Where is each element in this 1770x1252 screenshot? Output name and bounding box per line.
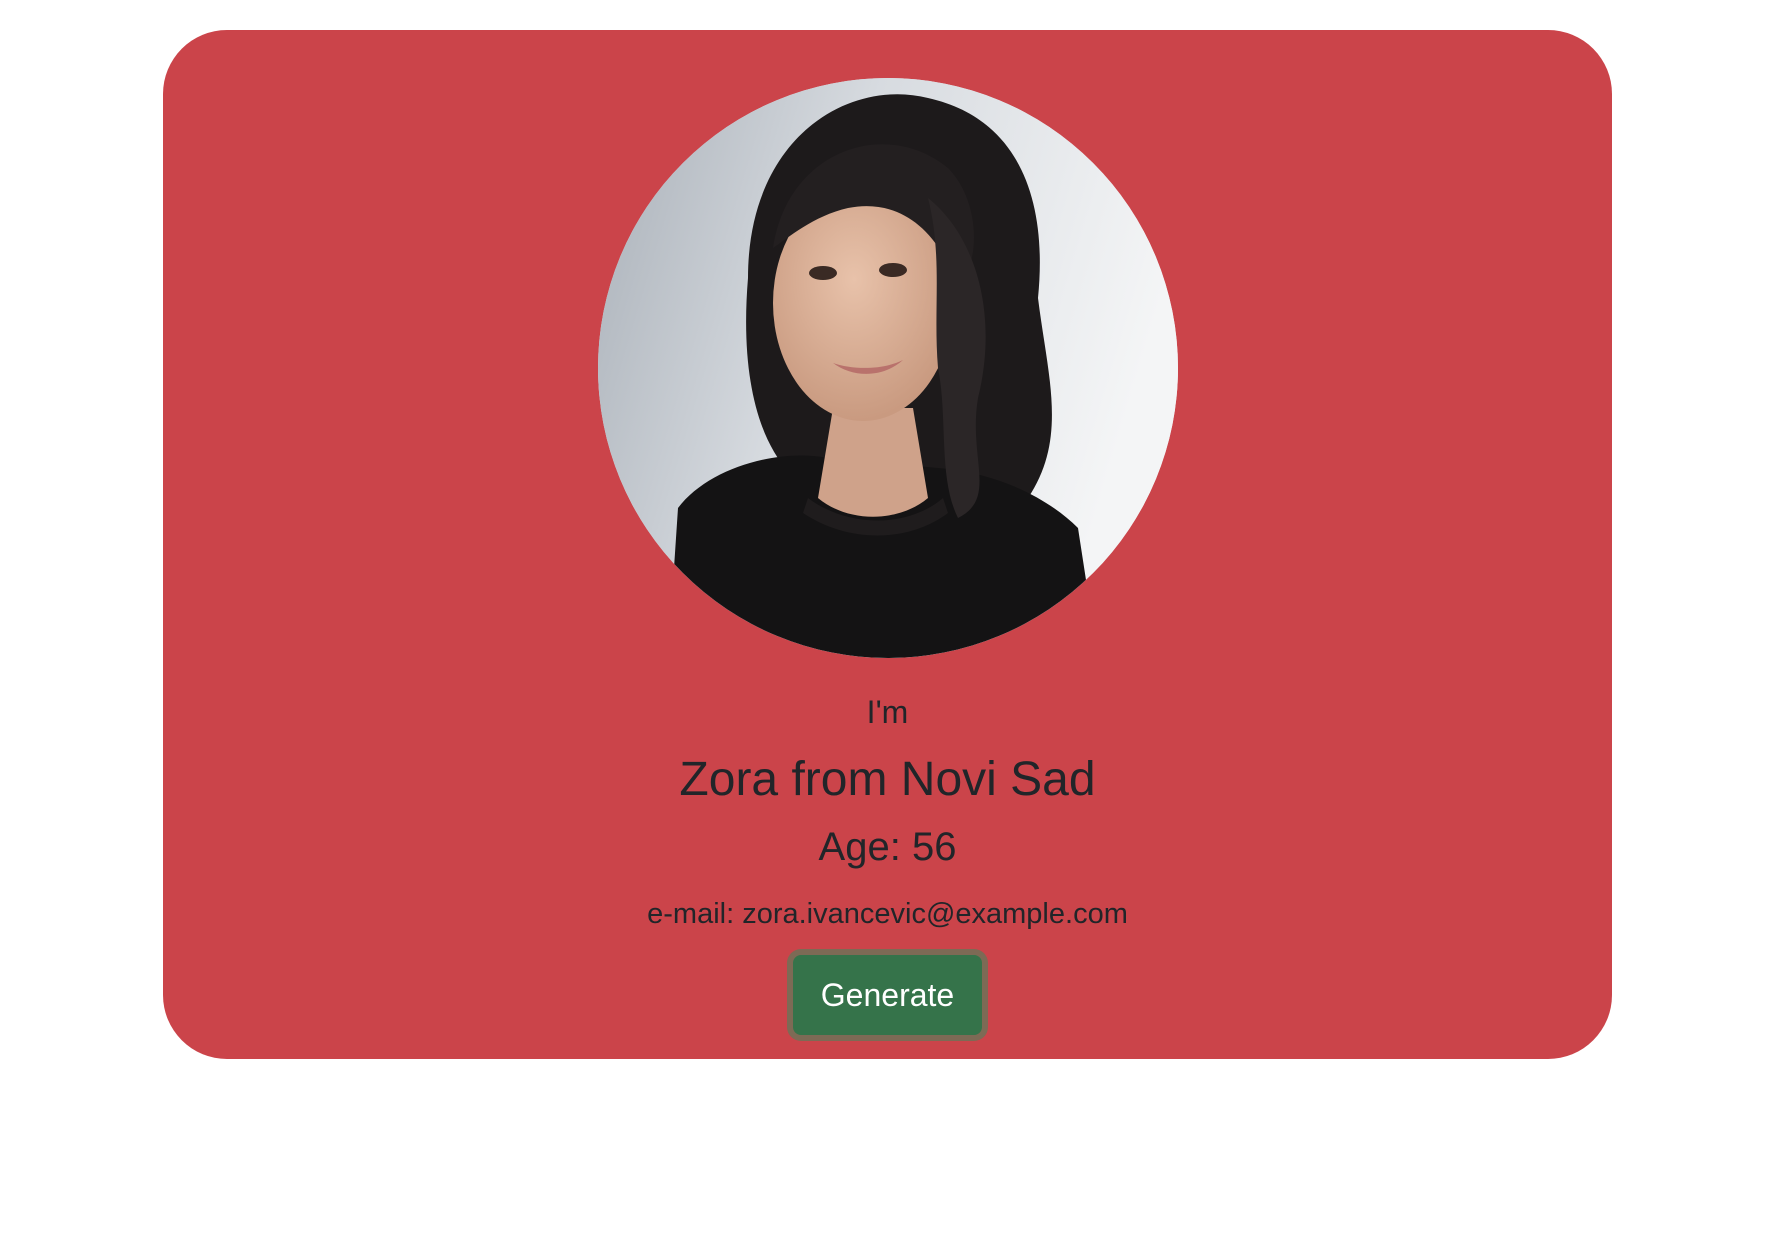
profile-card: I'm Zora from Novi Sad Age: 56 e-mail: z… — [163, 30, 1612, 1059]
generate-button[interactable]: Generate — [792, 955, 983, 1035]
profile-photo — [598, 78, 1178, 658]
intro-text: I'm — [866, 694, 909, 730]
age-heading: Age: 56 — [818, 825, 957, 869]
email-text: e-mail: zora.ivancevic@example.com — [647, 898, 1128, 930]
button-row: Generate — [163, 955, 1612, 1035]
name-heading: Zora from Novi Sad — [679, 753, 1096, 806]
